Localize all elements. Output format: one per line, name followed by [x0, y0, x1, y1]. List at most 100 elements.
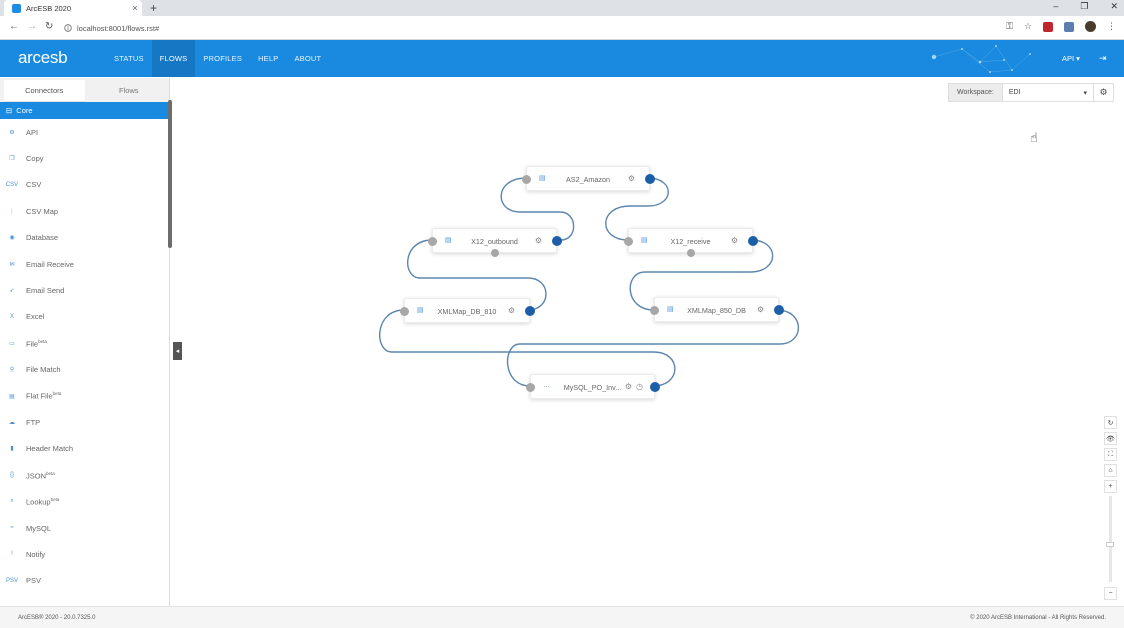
sidebar-collapse-handle[interactable]: ◂ — [173, 342, 182, 360]
connector-label: Notify — [26, 550, 45, 559]
output-port[interactable] — [552, 236, 562, 246]
maximize-button[interactable]: ❐ — [1080, 1, 1088, 12]
logo[interactable]: arcesb — [18, 48, 68, 68]
flow-node-xmlmap-db-810[interactable]: ▤ XMLMap_DB_810 ⚙ — [400, 298, 535, 323]
connector-csv[interactable]: CSV CSV — [0, 172, 169, 198]
gear-icon[interactable]: ⚙ — [508, 306, 515, 315]
connector-label: PSV — [26, 576, 41, 585]
api-icon: ⚙ — [9, 129, 15, 136]
reload-icon[interactable]: ↻ — [45, 21, 53, 32]
connector-header-match[interactable]: ▮ Header Match — [0, 436, 169, 462]
eye-icon[interactable]: 👁 — [1104, 432, 1117, 445]
connector-name: CSV Map — [26, 206, 59, 216]
extension-icon[interactable] — [1064, 21, 1074, 32]
back-icon[interactable]: ← — [9, 21, 19, 32]
browser-toolbar-icons: ⚿ ☆ ⋮ — [1006, 21, 1116, 32]
connector-excel[interactable]: X Excel — [0, 304, 169, 330]
api-menu[interactable]: API ▾ — [1062, 54, 1080, 63]
connector-name: Copy — [26, 154, 44, 164]
browser-tab[interactable]: ArcESB 2020 × — [4, 0, 142, 16]
output-port[interactable] — [650, 382, 660, 392]
clock-icon[interactable]: ◷ — [636, 382, 643, 391]
sidebar-scrollbar[interactable] — [168, 100, 172, 248]
nav-help[interactable]: HELP — [250, 40, 286, 77]
connector-label: API — [26, 128, 38, 137]
connector-mysql[interactable]: ≈ MySQL — [0, 515, 169, 541]
forward-icon[interactable]: → — [27, 21, 37, 32]
fit-screen-icon[interactable]: ⛶ — [1104, 448, 1117, 461]
extension-icon[interactable] — [1043, 21, 1053, 32]
output-port[interactable] — [774, 305, 784, 315]
connector-file-match[interactable]: ⚲ File Match — [0, 357, 169, 383]
flow-node-x12-outbound[interactable]: ▤ X12_outbound ⚙ — [428, 228, 562, 257]
gear-icon[interactable]: ⚙ — [625, 382, 632, 391]
connector-file[interactable]: ▭ Filebeta — [0, 330, 169, 356]
zoom-out-icon[interactable]: − — [1104, 587, 1117, 600]
nav-profiles[interactable]: PROFILES — [195, 40, 250, 77]
connector-copy[interactable]: ❐ Copy — [0, 145, 169, 171]
logout-icon[interactable]: ⇥ — [1099, 53, 1107, 64]
connector-json[interactable]: {} JSONbeta — [0, 462, 169, 488]
address-bar: ← → ↻ localhost:8001/flows.rst# ⚿ ☆ ⋮ — [0, 16, 1124, 40]
minimize-button[interactable]: – — [1053, 1, 1058, 12]
zoom-in-icon[interactable]: + — [1104, 480, 1117, 493]
connector-label: Database — [26, 233, 58, 242]
url-field[interactable]: localhost:8001/flows.rst# — [60, 20, 960, 36]
file-match-icon: ⚲ — [9, 367, 15, 374]
new-tab-button[interactable]: + — [150, 1, 157, 15]
browser-tab-bar: ArcESB 2020 × + – ❐ ✕ — [0, 0, 1124, 16]
output-port[interactable] — [748, 236, 758, 246]
connector-label: Excel — [26, 312, 44, 321]
connector-notify[interactable]: ! Notify — [0, 541, 169, 567]
flow-node-xmlmap-850-db[interactable]: ▤ XMLMap_850_DB ⚙ — [650, 297, 784, 322]
flow-node-as2-amazon[interactable]: ▤ AS2_Amazon ⚙ — [522, 166, 655, 191]
collapse-icon: ⊟ — [6, 106, 13, 115]
refresh-icon[interactable]: ↻ — [1104, 416, 1117, 429]
home-icon[interactable]: ⌂ — [1104, 464, 1117, 477]
connector-name: CSV — [26, 180, 42, 190]
output-port[interactable] — [525, 306, 535, 316]
connector-name: File — [26, 339, 39, 349]
workspace-dropdown[interactable]: EDI ▾ — [1001, 84, 1093, 101]
gear-icon[interactable]: ⚙ — [535, 236, 542, 245]
zoom-slider-track[interactable] — [1109, 496, 1112, 582]
gear-icon[interactable]: ⚙ — [731, 236, 738, 245]
connector-email-send[interactable]: ➶ Email Send — [0, 277, 169, 303]
key-icon[interactable]: ⚿ — [1006, 21, 1013, 32]
nav-about[interactable]: ABOUT — [286, 40, 329, 77]
connector-ftp[interactable]: ☁ FTP — [0, 409, 169, 435]
nav-status[interactable]: STATUS — [106, 40, 152, 77]
connector-label: Header Match — [26, 444, 73, 453]
gear-icon[interactable]: ⚙ — [628, 174, 635, 183]
workspace-selector: Workspace: EDI ▾ ⚙ — [948, 83, 1114, 102]
connector-api[interactable]: ⚙ API — [0, 119, 169, 145]
tab-flows[interactable]: Flows — [89, 78, 170, 102]
workspace-settings-gear-icon[interactable]: ⚙ — [1093, 84, 1113, 101]
connector-psv[interactable]: PSV PSV — [0, 568, 169, 594]
connector-lookup[interactable]: ⌕ Lookupbeta — [0, 488, 169, 514]
connector-email-receive[interactable]: ✉ Email Receive — [0, 251, 169, 277]
flow-node-mysql-po-inv[interactable]: … MySQL_PO_Inv... ⚙ ◷ — [526, 374, 660, 399]
connector-flat-file[interactable]: ▤ Flat Filebeta — [0, 383, 169, 409]
connector-database[interactable]: ◉ Database — [0, 225, 169, 251]
close-window-button[interactable]: ✕ — [1110, 1, 1118, 12]
connector-name: Email Receive — [26, 259, 74, 269]
flow-node-x12-receive[interactable]: ▤ X12_receive ⚙ — [624, 228, 758, 257]
star-icon[interactable]: ☆ — [1024, 21, 1032, 32]
beta-badge: beta — [46, 470, 55, 476]
menu-kebab-icon[interactable]: ⋮ — [1107, 21, 1116, 32]
output-port[interactable] — [645, 174, 655, 184]
error-port[interactable] — [490, 249, 499, 257]
avatar[interactable] — [1085, 21, 1096, 32]
zoom-slider-thumb[interactable] — [1106, 542, 1114, 547]
nav-flows[interactable]: FLOWS — [151, 40, 196, 77]
connector-csv-map[interactable]: ⋮ CSV Map — [0, 198, 169, 224]
tab-close-icon[interactable]: × — [128, 3, 142, 13]
error-port[interactable] — [686, 249, 695, 257]
category-core[interactable]: ⊟ Core — [0, 102, 169, 119]
database-icon: ◉ — [9, 235, 15, 242]
gear-icon[interactable]: ⚙ — [757, 305, 764, 314]
main-nav: STATUS FLOWS PROFILES HELP ABOUT — [106, 40, 329, 77]
favicon-icon — [12, 3, 21, 13]
tab-connectors[interactable]: Connectors — [4, 80, 85, 102]
